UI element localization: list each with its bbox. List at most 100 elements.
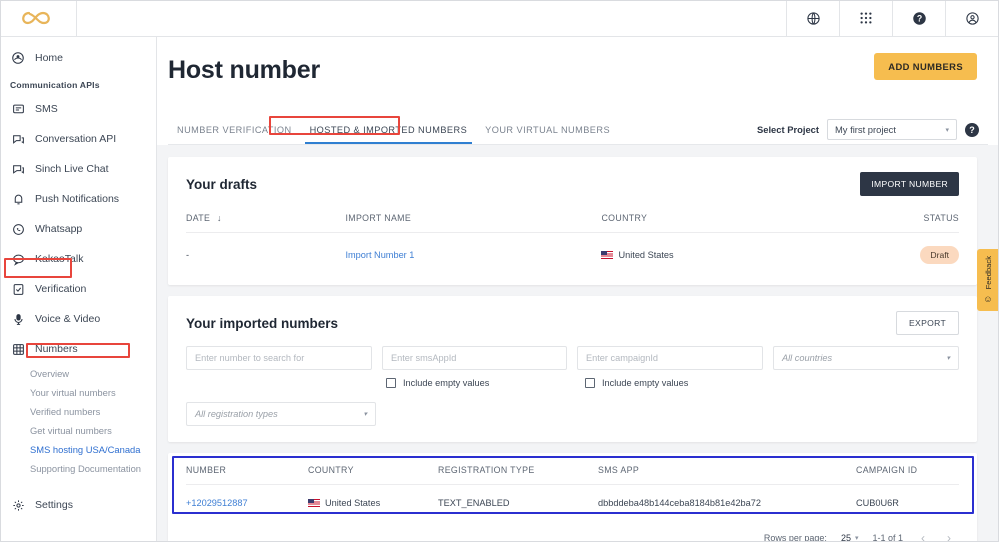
sidebar-item-label: Conversation API xyxy=(35,133,116,145)
gear-icon xyxy=(10,497,26,513)
microphone-icon xyxy=(10,311,26,327)
content-area: Your drafts IMPORT NUMBER DATE ↓ IMPORT … xyxy=(157,145,999,542)
app-root: ? Home Communication APIs xyxy=(0,0,999,542)
sidebar-subitem-sms-hosting-usa-canada[interactable]: SMS hosting USA/Canada xyxy=(0,440,156,459)
search-number-input[interactable]: Enter number to search for xyxy=(186,346,372,370)
imported-campaign-id: CUB0U6R xyxy=(856,485,959,522)
draft-import-name[interactable]: Import Number 1 xyxy=(345,233,601,278)
imported-numbers-table: NUMBER COUNTRY REGISTRATION TYPE SMS APP… xyxy=(186,453,959,521)
sidebar-subitem-get-virtual-numbers[interactable]: Get virtual numbers xyxy=(0,421,156,440)
chevron-down-icon: ▾ xyxy=(855,534,859,542)
apps-grid-icon[interactable] xyxy=(840,0,893,36)
help-icon[interactable]: ? xyxy=(893,0,946,36)
chevron-down-icon: ▾ xyxy=(945,126,949,134)
countries-select[interactable]: All countries ▾ xyxy=(773,346,959,370)
rows-per-page-select[interactable]: 25 ▾ xyxy=(841,533,859,542)
previous-page-icon[interactable]: ‹ xyxy=(917,531,929,542)
drafts-table: DATE ↓ IMPORT NAME COUNTRY STATUS - xyxy=(186,207,959,277)
brand-logo[interactable] xyxy=(0,0,77,36)
sidebar-subitem-overview[interactable]: Overview xyxy=(0,364,156,383)
account-icon[interactable] xyxy=(946,0,999,36)
drafts-col-date[interactable]: DATE ↓ xyxy=(186,207,345,233)
add-numbers-button[interactable]: ADD NUMBERS xyxy=(874,53,977,80)
sidebar-item-conversation-api[interactable]: Conversation API xyxy=(0,124,156,154)
sidebar-item-home[interactable]: Home xyxy=(0,43,156,73)
sms-icon xyxy=(10,101,26,117)
import-number-button[interactable]: IMPORT NUMBER xyxy=(860,172,959,196)
project-select[interactable]: My first project ▾ xyxy=(827,119,957,140)
sidebar-item-numbers[interactable]: Numbers xyxy=(0,334,156,364)
sidebar-item-sinch-live-chat[interactable]: Sinch Live Chat xyxy=(0,154,156,184)
top-bar: ? xyxy=(0,0,999,37)
top-bar-spacer xyxy=(77,0,787,36)
sidebar-item-whatsapp[interactable]: Whatsapp xyxy=(0,214,156,244)
checkbox-icon xyxy=(585,378,595,388)
imported-sms-app: dbbddeba48b144ceba8184b81e42ba72 xyxy=(598,485,856,522)
filter-row-checkboxes: Include empty values Include empty value… xyxy=(186,378,959,388)
sort-arrow-icon: ↓ xyxy=(217,213,222,223)
imported-number-link[interactable]: +12029512887 xyxy=(186,498,248,508)
conversation-icon xyxy=(10,131,26,147)
drafts-col-country: COUNTRY xyxy=(601,207,920,233)
sidebar-item-push-notifications[interactable]: Push Notifications xyxy=(0,184,156,214)
draft-import-name-link[interactable]: Import Number 1 xyxy=(345,250,414,260)
feedback-tab[interactable]: Feedback ☺ xyxy=(977,249,999,311)
imported-col-sms-app: SMS APP xyxy=(598,453,856,485)
draft-date: - xyxy=(186,233,345,278)
sidebar-subitem-supporting-documentation[interactable]: Supporting Documentation xyxy=(0,459,156,478)
registration-type-value: All registration types xyxy=(195,409,278,419)
project-select-value: My first project xyxy=(835,124,896,135)
sidebar-section-communication-apis: Communication APIs xyxy=(0,73,156,94)
smsappid-input[interactable]: Enter smsAppId xyxy=(382,346,567,370)
imported-number[interactable]: +12029512887 xyxy=(186,485,308,522)
include-empty-smsappid-label: Include empty values xyxy=(403,378,489,388)
sidebar-subitem-verified-numbers[interactable]: Verified numbers xyxy=(0,402,156,421)
sidebar-gap xyxy=(0,478,156,490)
next-page-icon[interactable]: › xyxy=(943,531,955,542)
your-imported-numbers-title: Your imported numbers xyxy=(186,316,338,331)
globe-icon[interactable] xyxy=(787,0,840,36)
kakaotalk-icon xyxy=(10,251,26,267)
sidebar-item-label: Verification xyxy=(35,283,86,295)
chevron-down-icon: ▾ xyxy=(947,354,951,362)
sidebar-item-verification[interactable]: Verification xyxy=(0,274,156,304)
tab-your-virtual-numbers[interactable]: YOUR VIRTUAL NUMBERS xyxy=(476,125,619,144)
table-row[interactable]: +12029512887 United States TEXT_ENABLED … xyxy=(186,485,959,522)
sidebar-item-kakaotalk[interactable]: KakaoTalk xyxy=(0,244,156,274)
imported-country-label: United States xyxy=(325,498,380,508)
sidebar-item-label: Whatsapp xyxy=(35,223,82,235)
include-empty-smsappid-checkbox[interactable]: Include empty values xyxy=(386,378,585,388)
sidebar-item-label: KakaoTalk xyxy=(35,253,83,265)
rows-per-page-value: 25 xyxy=(841,533,851,542)
drafts-table-header-row: DATE ↓ IMPORT NAME COUNTRY STATUS xyxy=(186,207,959,233)
sidebar-subitem-your-virtual-numbers[interactable]: Your virtual numbers xyxy=(0,383,156,402)
sidebar-item-settings[interactable]: Settings xyxy=(0,490,156,520)
status-badge: Draft xyxy=(920,246,959,264)
project-picker: Select Project My first project ▾ ? xyxy=(757,119,979,140)
us-flag-icon xyxy=(601,251,613,259)
imported-numbers-table-card: NUMBER COUNTRY REGISTRATION TYPE SMS APP… xyxy=(168,453,977,542)
imported-table-header-row: NUMBER COUNTRY REGISTRATION TYPE SMS APP… xyxy=(186,453,959,485)
tab-number-verification[interactable]: NUMBER VERIFICATION xyxy=(168,125,301,144)
imported-registration-type: TEXT_ENABLED xyxy=(438,485,598,522)
svg-text:?: ? xyxy=(916,13,921,23)
sidebar-item-sms[interactable]: SMS xyxy=(0,94,156,124)
include-empty-campaignid-checkbox[interactable]: Include empty values xyxy=(585,378,688,388)
tab-hosted-and-imported-numbers[interactable]: HOSTED & IMPORTED NUMBERS xyxy=(301,125,477,144)
checkbox-icon xyxy=(386,378,396,388)
project-help-icon[interactable]: ? xyxy=(965,123,979,137)
sidebar-item-label: Push Notifications xyxy=(35,193,119,205)
your-drafts-card: Your drafts IMPORT NUMBER DATE ↓ IMPORT … xyxy=(168,157,977,285)
drafts-col-import-name: IMPORT NAME xyxy=(345,207,601,233)
sidebar-item-voice-and-video[interactable]: Voice & Video xyxy=(0,304,156,334)
verification-icon xyxy=(10,281,26,297)
imported-col-country: COUNTRY xyxy=(308,453,438,485)
table-row[interactable]: - Import Number 1 United States Draft xyxy=(186,233,959,278)
sidebar-item-label: Settings xyxy=(35,499,73,511)
campaignid-input[interactable]: Enter campaignId xyxy=(577,346,763,370)
registration-type-select[interactable]: All registration types ▾ xyxy=(186,402,376,426)
filter-row-top: Enter number to search for Enter smsAppI… xyxy=(186,346,959,370)
sinch-infinity-logo xyxy=(18,8,58,28)
chevron-down-icon: ▾ xyxy=(363,410,367,418)
export-button[interactable]: EXPORT xyxy=(896,311,959,335)
